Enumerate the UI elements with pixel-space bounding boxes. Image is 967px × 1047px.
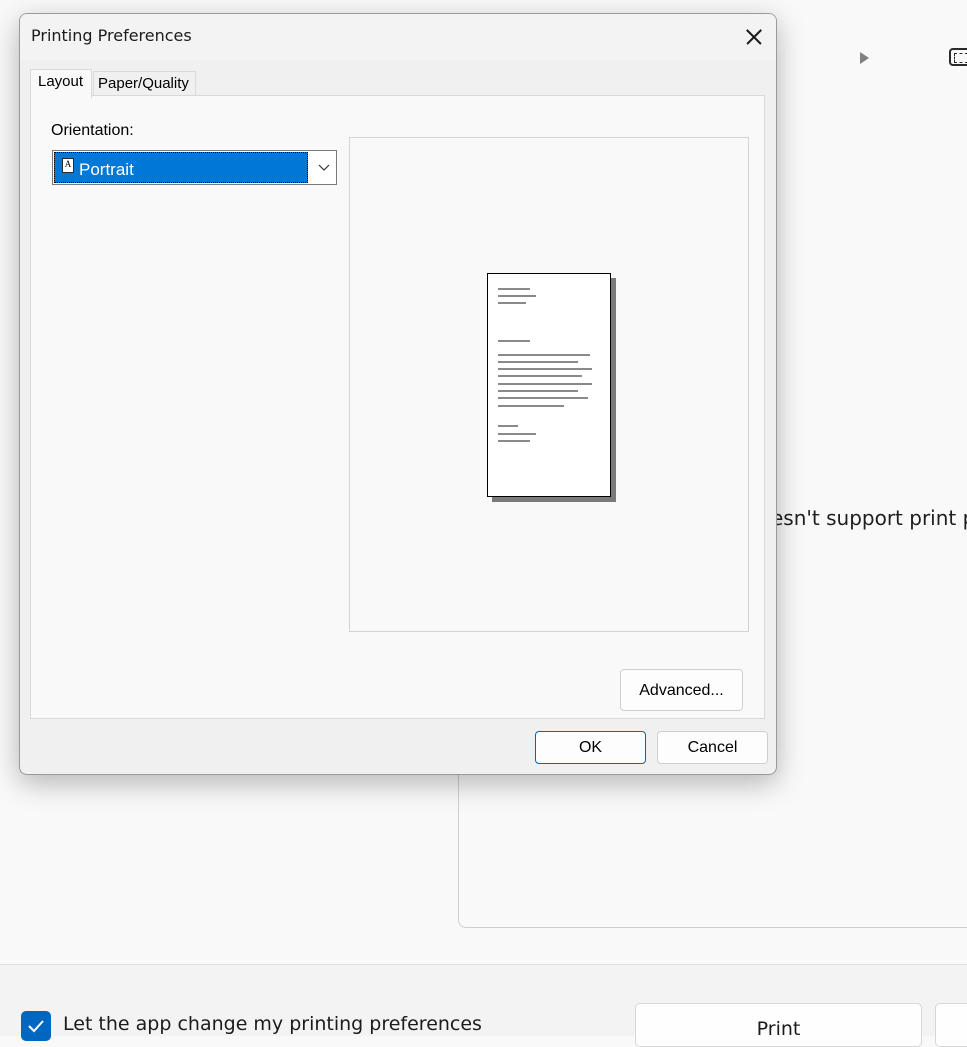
play-icon[interactable] bbox=[860, 52, 869, 64]
checkmark-icon bbox=[28, 1020, 44, 1033]
print-button[interactable]: Print bbox=[635, 1003, 922, 1047]
preview-message: esn't support print pr bbox=[771, 506, 967, 530]
ok-button[interactable]: OK bbox=[535, 731, 646, 764]
dialog-title: Printing Preferences bbox=[31, 26, 192, 45]
cancel-button[interactable]: Cancel bbox=[657, 731, 768, 764]
dialog-titlebar: Printing Preferences bbox=[20, 14, 776, 60]
orientation-label: Orientation: bbox=[51, 122, 134, 139]
tab-paper-quality[interactable]: Paper/Quality bbox=[93, 71, 196, 96]
printing-preferences-dialog: Printing Preferences Layout Paper/Qualit… bbox=[19, 13, 777, 775]
advanced-button[interactable]: Advanced... bbox=[620, 669, 743, 711]
orientation-select[interactable]: A Portrait bbox=[52, 150, 337, 185]
orientation-value: Portrait bbox=[79, 160, 134, 179]
allow-app-preferences-label: Let the app change my printing preferenc… bbox=[63, 1013, 482, 1035]
allow-app-preferences-checkbox[interactable] bbox=[21, 1011, 51, 1041]
portrait-page-icon: A bbox=[62, 158, 74, 173]
tab-layout[interactable]: Layout bbox=[30, 69, 92, 98]
chevron-down-icon[interactable] bbox=[318, 164, 330, 172]
fit-page-icon[interactable] bbox=[949, 48, 967, 66]
secondary-button[interactable] bbox=[935, 1003, 967, 1047]
page-preview bbox=[487, 273, 611, 497]
orientation-selected-value: A Portrait bbox=[54, 152, 308, 183]
close-icon[interactable] bbox=[730, 22, 774, 52]
